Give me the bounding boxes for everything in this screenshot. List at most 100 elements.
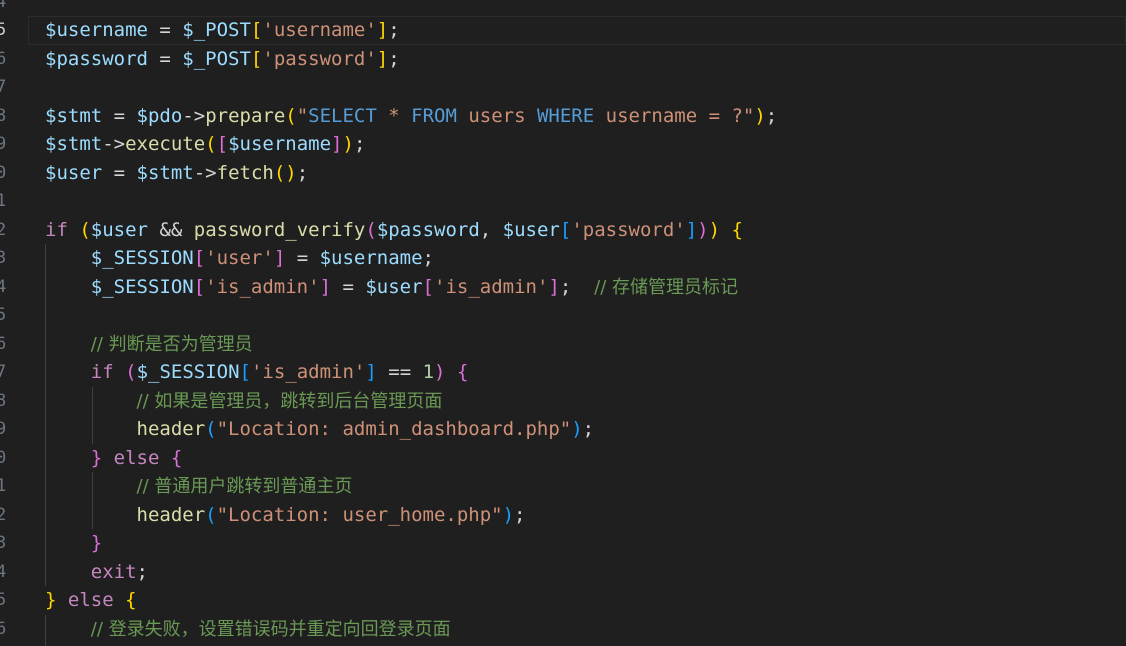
code-token: , — [479, 218, 503, 241]
code-line[interactable]: $password = $_POST['password']; — [45, 45, 400, 74]
code-token: 'password' — [571, 218, 686, 241]
code-token: 'user' — [205, 247, 274, 269]
code-token: ; — [136, 560, 148, 583]
code-token: = — [147, 47, 183, 70]
code-token: ] — [273, 247, 286, 269]
code-token: ] — [365, 361, 377, 383]
code-token: [ — [193, 247, 206, 269]
line-number: 5 — [0, 305, 7, 325]
code-token: [ — [250, 47, 263, 70]
code-line[interactable]: $stmt->execute([$username]); — [45, 130, 365, 159]
code-line[interactable]: if ($user && password_verify($password, … — [45, 216, 743, 245]
code-token: prepare — [205, 104, 286, 127]
code-line[interactable]: // 判断是否为管理员 — [45, 330, 253, 359]
code-token: FROM — [411, 104, 457, 127]
code-token: = — [147, 19, 183, 41]
code-token: ] — [548, 275, 560, 298]
code-line[interactable]: } else { — [45, 444, 183, 473]
code-token: == — [376, 361, 423, 383]
line-number-active: 5 — [0, 20, 7, 40]
code-line[interactable]: header("Location: admin_dashboard.php"); — [45, 415, 595, 444]
code-editor[interactable]: 4 5 6 7 8 9 0 1 2 3 4 5 6 7 8 9 0 1 2 3 … — [0, 0, 1126, 646]
line-number: 0 — [0, 162, 7, 183]
code-token: ( — [205, 418, 217, 440]
code-token: ( — [79, 218, 91, 241]
line-number: 5 — [0, 590, 7, 610]
line-number: 2 — [0, 219, 7, 240]
code-token: // 存储管理员标记 — [594, 276, 739, 298]
line-number: 6 — [0, 618, 7, 639]
code-token: $user — [502, 218, 560, 241]
code-token: $username — [319, 247, 423, 269]
code-line[interactable]: exit; — [45, 558, 148, 587]
code-token: ( — [205, 133, 217, 155]
code-token: ) — [342, 133, 354, 155]
code-line[interactable]: } else { — [45, 586, 137, 615]
code-token: exit — [90, 560, 137, 583]
code-token: { — [125, 589, 137, 611]
code-token: [ — [422, 275, 434, 298]
code-token: header — [136, 503, 206, 526]
code-token: if — [45, 218, 68, 241]
code-line[interactable]: $user = $stmt->fetch(); — [45, 159, 308, 188]
code-token: () — [273, 161, 297, 184]
code-token: { — [170, 446, 183, 469]
code-token: users — [456, 104, 537, 127]
code-token: // 登录失败，设置错误码并重定向回登录页面 — [90, 618, 451, 640]
code-token: [ — [559, 218, 572, 241]
code-token: password_verify — [193, 218, 366, 241]
line-number: 0 — [0, 447, 7, 468]
code-line[interactable]: // 登录失败，设置错误码并重定向回登录页面 — [45, 615, 451, 644]
line-number: 1 — [0, 191, 7, 211]
code-token: if — [90, 361, 114, 383]
code-token: ; — [353, 133, 366, 155]
code-token: { — [731, 218, 743, 241]
code-token: $user — [45, 161, 103, 184]
code-line[interactable]: // 普通用户跳转到普通主页 — [45, 472, 353, 501]
code-token: header — [136, 418, 206, 440]
code-token: SELECT — [308, 104, 377, 127]
code-token: ; — [765, 104, 778, 127]
code-line[interactable]: header("Location: user_home.php"); — [45, 501, 526, 530]
code-token: -> — [182, 104, 206, 127]
code-token: ] — [376, 47, 389, 70]
code-token: " — [296, 104, 309, 127]
code-line[interactable]: $_SESSION['user'] = $username; — [45, 244, 434, 273]
line-number-gutter: 4 5 6 7 8 9 0 1 2 3 4 5 6 7 8 9 0 1 2 3 … — [0, 0, 22, 646]
code-line[interactable]: if ($_SESSION['is_admin'] == 1) { — [45, 358, 469, 387]
code-token: "Location: user_home.php" — [216, 503, 503, 526]
code-token: WHERE — [536, 104, 595, 127]
code-token: 'is_admin' — [434, 275, 549, 298]
code-token: ; — [388, 47, 400, 70]
code-line[interactable]: $_SESSION['is_admin'] = $user['is_admin'… — [45, 273, 738, 302]
code-token: ] — [331, 133, 343, 155]
line-number: 9 — [0, 134, 7, 154]
line-number: 4 — [0, 276, 7, 297]
code-line[interactable]: } — [45, 529, 102, 558]
code-token: 'username' — [262, 19, 377, 41]
code-token: ( — [285, 104, 297, 127]
code-line[interactable]: // 如果是管理员，跳转到后台管理页面 — [45, 387, 443, 416]
line-number: 1 — [0, 476, 7, 496]
code-token: $username — [228, 133, 332, 155]
code-line[interactable]: $username = $_POST['username']; — [45, 16, 400, 45]
code-token: $_SESSION — [90, 247, 194, 269]
code-line[interactable]: $stmt = $pdo->prepare("SELECT * FROM use… — [45, 102, 777, 131]
code-token: 'is_admin' — [250, 361, 366, 383]
code-token: ( — [205, 503, 217, 526]
code-token: ] — [376, 19, 389, 41]
code-token: $_SESSION — [136, 361, 240, 383]
